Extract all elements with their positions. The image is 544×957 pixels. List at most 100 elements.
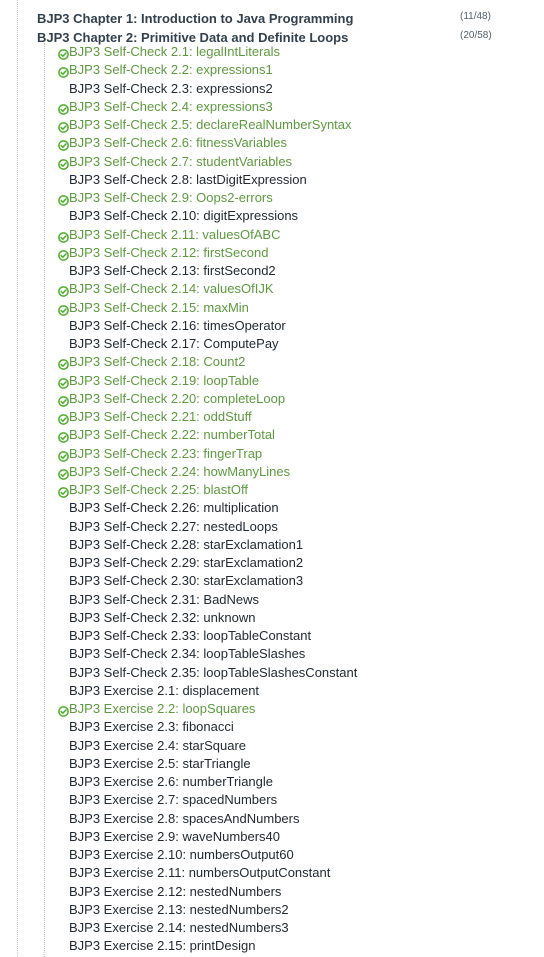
- problem-item[interactable]: BJP3 Exercise 2.11: numbersOutputConstan…: [45, 864, 485, 882]
- problem-label[interactable]: BJP3 Self-Check 2.13: firstSecond2: [69, 263, 276, 278]
- problem-item[interactable]: BJP3 Self-Check 2.19: loopTable: [45, 372, 485, 390]
- problem-item[interactable]: BJP3 Self-Check 2.23: fingerTrap: [45, 445, 485, 463]
- problem-label[interactable]: BJP3 Self-Check 2.30: starExclamation3: [69, 573, 303, 588]
- problem-item[interactable]: BJP3 Exercise 2.15: printDesign: [45, 937, 485, 955]
- problem-item[interactable]: BJP3 Self-Check 2.27: nestedLoops: [45, 518, 485, 536]
- problem-item[interactable]: BJP3 Exercise 2.8: spacesAndNumbers: [45, 810, 485, 828]
- chapter-title[interactable]: BJP3 Chapter 1: Introduction to Java Pro…: [37, 11, 353, 26]
- problem-item[interactable]: BJP3 Self-Check 2.12: firstSecond: [45, 244, 485, 262]
- problem-label[interactable]: BJP3 Self-Check 2.33: loopTableConstant: [69, 628, 311, 643]
- problem-label[interactable]: BJP3 Exercise 2.12: nestedNumbers: [69, 884, 281, 899]
- problem-item[interactable]: BJP3 Exercise 2.3: fibonacci: [45, 718, 485, 736]
- problem-label[interactable]: BJP3 Self-Check 2.20: completeLoop: [69, 391, 285, 406]
- problem-item[interactable]: BJP3 Self-Check 2.11: valuesOfABC: [45, 226, 485, 244]
- problem-item[interactable]: BJP3 Self-Check 2.10: digitExpressions: [45, 207, 485, 225]
- problem-item[interactable]: BJP3 Self-Check 2.33: loopTableConstant: [45, 627, 485, 645]
- problem-label[interactable]: BJP3 Exercise 2.4: starSquare: [69, 738, 246, 753]
- problem-item[interactable]: BJP3 Self-Check 2.7: studentVariables: [45, 153, 485, 171]
- problem-item[interactable]: BJP3 Exercise 2.6: numberTriangle: [45, 773, 485, 791]
- chapter-1[interactable]: BJP3 Chapter 1: Introduction to Java Pro…: [37, 9, 507, 28]
- problem-label[interactable]: BJP3 Exercise 2.11: numbersOutputConstan…: [69, 865, 330, 880]
- problem-item[interactable]: BJP3 Exercise 2.10: numbersOutput60: [45, 846, 485, 864]
- problem-label[interactable]: BJP3 Exercise 2.14: nestedNumbers3: [69, 920, 289, 935]
- problem-item[interactable]: BJP3 Self-Check 2.6: fitnessVariables: [45, 134, 485, 152]
- problem-label[interactable]: BJP3 Exercise 2.6: numberTriangle: [69, 774, 273, 789]
- problem-item[interactable]: BJP3 Exercise 2.12: nestedNumbers: [45, 883, 485, 901]
- problem-item[interactable]: BJP3 Self-Check 2.31: BadNews: [45, 591, 485, 609]
- problem-item[interactable]: BJP3 Self-Check 2.29: starExclamation2: [45, 554, 485, 572]
- problem-item[interactable]: BJP3 Exercise 2.14: nestedNumbers3: [45, 919, 485, 937]
- problem-label[interactable]: BJP3 Self-Check 2.22: numberTotal: [69, 427, 275, 442]
- problem-label[interactable]: BJP3 Self-Check 2.34: loopTableSlashes: [69, 646, 305, 661]
- problem-item[interactable]: BJP3 Self-Check 2.21: oddStuff: [45, 408, 485, 426]
- problem-item[interactable]: BJP3 Self-Check 2.30: starExclamation3: [45, 572, 485, 590]
- problem-item[interactable]: BJP3 Self-Check 2.18: Count2: [45, 353, 485, 371]
- problem-label[interactable]: BJP3 Self-Check 2.6: fitnessVariables: [69, 135, 287, 150]
- problem-label[interactable]: BJP3 Self-Check 2.2: expressions1: [69, 62, 273, 77]
- problem-label[interactable]: BJP3 Self-Check 2.3: expressions2: [69, 81, 273, 96]
- problem-label[interactable]: BJP3 Self-Check 2.18: Count2: [69, 354, 245, 369]
- problem-item[interactable]: BJP3 Self-Check 2.25: blastOff: [45, 481, 485, 499]
- problem-item[interactable]: BJP3 Exercise 2.1: displacement: [45, 682, 485, 700]
- problem-item[interactable]: BJP3 Self-Check 2.1: legalIntLiterals: [45, 43, 485, 61]
- problem-label[interactable]: BJP3 Self-Check 2.27: nestedLoops: [69, 519, 278, 534]
- problem-item[interactable]: BJP3 Exercise 2.7: spacedNumbers: [45, 791, 485, 809]
- problem-item[interactable]: BJP3 Self-Check 2.2: expressions1: [45, 61, 485, 79]
- problem-label[interactable]: BJP3 Self-Check 2.21: oddStuff: [69, 409, 252, 424]
- problem-label[interactable]: BJP3 Exercise 2.7: spacedNumbers: [69, 792, 277, 807]
- problem-item[interactable]: BJP3 Self-Check 2.26: multiplication: [45, 499, 485, 517]
- problem-label[interactable]: BJP3 Self-Check 2.32: unknown: [69, 610, 255, 625]
- problem-item[interactable]: BJP3 Self-Check 2.17: ComputePay: [45, 335, 485, 353]
- problem-label[interactable]: BJP3 Self-Check 2.29: starExclamation2: [69, 555, 303, 570]
- problem-label[interactable]: BJP3 Self-Check 2.10: digitExpressions: [69, 208, 298, 223]
- problem-item[interactable]: BJP3 Self-Check 2.9: Oops2-errors: [45, 189, 485, 207]
- problem-item[interactable]: BJP3 Self-Check 2.4: expressions3: [45, 98, 485, 116]
- problem-item[interactable]: BJP3 Exercise 2.13: nestedNumbers2: [45, 901, 485, 919]
- problem-item[interactable]: BJP3 Self-Check 2.28: starExclamation1: [45, 536, 485, 554]
- problem-label[interactable]: BJP3 Self-Check 2.25: blastOff: [69, 482, 248, 497]
- problem-label[interactable]: BJP3 Exercise 2.13: nestedNumbers2: [69, 902, 289, 917]
- problem-label[interactable]: BJP3 Exercise 2.15: printDesign: [69, 938, 255, 953]
- problem-label[interactable]: BJP3 Exercise 2.1: displacement: [69, 683, 259, 698]
- problem-item[interactable]: BJP3 Exercise 2.4: starSquare: [45, 737, 485, 755]
- problem-label[interactable]: BJP3 Self-Check 2.9: Oops2-errors: [69, 190, 273, 205]
- problem-item[interactable]: BJP3 Self-Check 2.20: completeLoop: [45, 390, 485, 408]
- problem-label[interactable]: BJP3 Exercise 2.9: waveNumbers40: [69, 829, 280, 844]
- problem-item[interactable]: BJP3 Self-Check 2.16: timesOperator: [45, 317, 485, 335]
- problem-item[interactable]: BJP3 Self-Check 2.5: declareRealNumberSy…: [45, 116, 485, 134]
- problem-label[interactable]: BJP3 Self-Check 2.17: ComputePay: [69, 336, 279, 351]
- problem-label[interactable]: BJP3 Self-Check 2.4: expressions3: [69, 99, 273, 114]
- problem-label[interactable]: BJP3 Exercise 2.10: numbersOutput60: [69, 847, 294, 862]
- problem-item[interactable]: BJP3 Exercise 2.2: loopSquares: [45, 700, 485, 718]
- problem-label[interactable]: BJP3 Self-Check 2.5: declareRealNumberSy…: [69, 117, 352, 132]
- problem-item[interactable]: BJP3 Self-Check 2.8: lastDigitExpression: [45, 171, 485, 189]
- problem-label[interactable]: BJP3 Self-Check 2.1: legalIntLiterals: [69, 44, 280, 59]
- problem-label[interactable]: BJP3 Self-Check 2.19: loopTable: [69, 373, 259, 388]
- problem-label[interactable]: BJP3 Self-Check 2.15: maxMin: [69, 300, 249, 315]
- problem-label[interactable]: BJP3 Self-Check 2.31: BadNews: [69, 592, 259, 607]
- problem-label[interactable]: BJP3 Self-Check 2.28: starExclamation1: [69, 537, 303, 552]
- problem-label[interactable]: BJP3 Self-Check 2.23: fingerTrap: [69, 446, 262, 461]
- problem-item[interactable]: BJP3 Self-Check 2.34: loopTableSlashes: [45, 645, 485, 663]
- problem-label[interactable]: BJP3 Self-Check 2.35: loopTableSlashesCo…: [69, 665, 357, 680]
- problem-item[interactable]: BJP3 Self-Check 2.13: firstSecond2: [45, 262, 485, 280]
- problem-item[interactable]: BJP3 Self-Check 2.22: numberTotal: [45, 426, 485, 444]
- problem-item[interactable]: BJP3 Exercise 2.5: starTriangle: [45, 755, 485, 773]
- problem-item[interactable]: BJP3 Self-Check 2.3: expressions2: [45, 80, 485, 98]
- problem-label[interactable]: BJP3 Self-Check 2.26: multiplication: [69, 500, 279, 515]
- problem-label[interactable]: BJP3 Self-Check 2.12: firstSecond: [69, 245, 268, 260]
- problem-label[interactable]: BJP3 Self-Check 2.8: lastDigitExpression: [69, 172, 307, 187]
- problem-label[interactable]: BJP3 Self-Check 2.24: howManyLines: [69, 464, 290, 479]
- problem-item[interactable]: BJP3 Self-Check 2.32: unknown: [45, 609, 485, 627]
- problem-label[interactable]: BJP3 Self-Check 2.16: timesOperator: [69, 318, 286, 333]
- problem-label[interactable]: BJP3 Exercise 2.5: starTriangle: [69, 756, 251, 771]
- problem-label[interactable]: BJP3 Exercise 2.8: spacesAndNumbers: [69, 811, 300, 826]
- problem-label[interactable]: BJP3 Exercise 2.2: loopSquares: [69, 701, 255, 716]
- problem-item[interactable]: BJP3 Self-Check 2.15: maxMin: [45, 299, 485, 317]
- problem-item[interactable]: BJP3 Self-Check 2.14: valuesOfIJK: [45, 280, 485, 298]
- problem-label[interactable]: BJP3 Self-Check 2.11: valuesOfABC: [69, 227, 280, 242]
- problem-label[interactable]: BJP3 Exercise 2.3: fibonacci: [69, 719, 234, 734]
- problem-item[interactable]: BJP3 Self-Check 2.24: howManyLines: [45, 463, 485, 481]
- problem-item[interactable]: BJP3 Self-Check 2.35: loopTableSlashesCo…: [45, 664, 485, 682]
- problem-label[interactable]: BJP3 Self-Check 2.14: valuesOfIJK: [69, 281, 273, 296]
